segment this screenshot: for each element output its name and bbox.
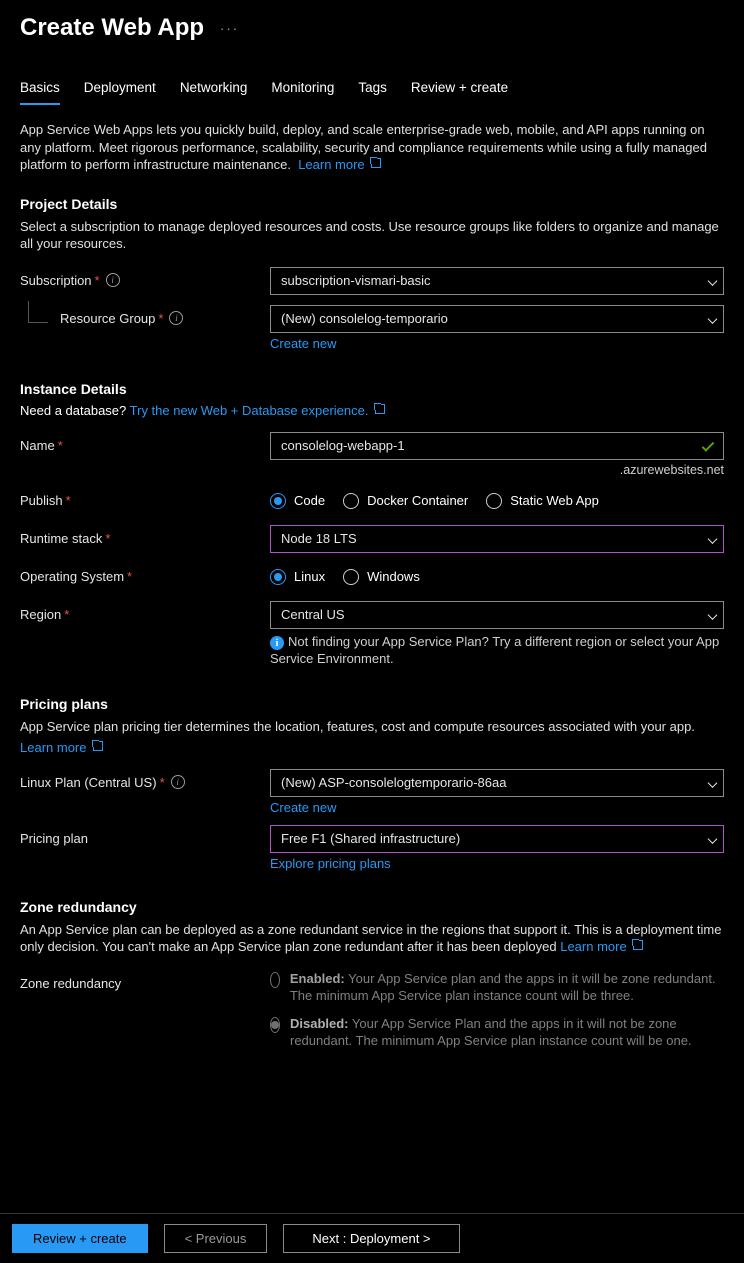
wizard-tabs: Basics Deployment Networking Monitoring … [0,50,744,105]
runtime-stack-label: Runtime stack* [20,525,270,546]
external-link-icon [375,404,385,414]
name-input[interactable]: consolelog-webapp-1 [270,432,724,460]
tab-monitoring[interactable]: Monitoring [271,80,334,105]
info-icon[interactable]: i [169,311,183,325]
runtime-stack-select[interactable]: Node 18 LTS [270,525,724,553]
resource-group-label: Resource Group* i [60,305,183,326]
os-label: Operating System* [20,563,270,584]
pricing-learn-more-link[interactable]: Learn more [20,740,103,755]
zone-learn-more-link[interactable]: Learn more [560,939,643,954]
tab-basics[interactable]: Basics [20,80,60,105]
tab-networking[interactable]: Networking [180,80,248,105]
intro-learn-more-link[interactable]: Learn more [298,157,381,172]
publish-label: Publish* [20,487,270,508]
os-radio-group: Linux Windows [270,563,724,591]
create-new-rg-link[interactable]: Create new [270,336,724,351]
region-select[interactable]: Central US [270,601,724,629]
name-label: Name* [20,432,270,453]
region-label: Region* [20,601,270,622]
info-icon[interactable]: i [171,775,185,789]
section-instance-details: Instance Details [20,381,724,397]
publish-radio-static[interactable]: Static Web App [486,493,599,509]
explore-pricing-link[interactable]: Explore pricing plans [270,856,724,871]
tab-tags[interactable]: Tags [358,80,387,105]
pricing-plan-select[interactable]: Free F1 (Shared infrastructure) [270,825,724,853]
subscription-select[interactable]: subscription-vismari-basic [270,267,724,295]
zone-radio-enabled: Enabled: Your App Service plan and the a… [270,970,724,1005]
review-create-button[interactable]: Review + create [12,1224,148,1253]
wizard-footer: Review + create < Previous Next : Deploy… [0,1213,744,1263]
project-details-desc: Select a subscription to manage deployed… [20,218,724,253]
more-menu-icon[interactable]: ··· [220,21,239,36]
publish-radio-group: Code Docker Container Static Web App [270,487,724,515]
tab-deployment[interactable]: Deployment [84,80,156,105]
zone-radio-disabled: Disabled: Your App Service Plan and the … [270,1015,724,1050]
external-link-icon [633,940,643,950]
pricing-desc: App Service plan pricing tier determines… [20,718,724,736]
external-link-icon [371,158,381,168]
try-web-database-link[interactable]: Try the new Web + Database experience. [130,403,385,418]
previous-button[interactable]: < Previous [164,1224,268,1253]
external-link-icon [93,741,103,751]
os-radio-windows[interactable]: Windows [343,569,420,585]
pricing-plan-label: Pricing plan [20,825,270,846]
tab-review-create[interactable]: Review + create [411,80,508,105]
zone-redundancy-label: Zone redundancy [20,970,270,991]
intro-text: App Service Web Apps lets you quickly bu… [20,121,724,174]
next-button[interactable]: Next : Deployment > [283,1224,459,1253]
section-project-details: Project Details [20,196,724,212]
subscription-label: Subscription* i [20,267,270,288]
linux-plan-select[interactable]: (New) ASP-consolelogtemporario-86aa [270,769,724,797]
section-pricing-plans: Pricing plans [20,696,724,712]
section-zone-redundancy: Zone redundancy [20,899,724,915]
page-title: Create Web App [20,14,204,42]
tree-indent-icon [28,301,48,323]
os-radio-linux[interactable]: Linux [270,569,325,585]
zone-desc: An App Service plan can be deployed as a… [20,921,724,956]
info-icon[interactable]: i [106,273,120,287]
linux-plan-label: Linux Plan (Central US)* i [20,769,270,790]
domain-suffix: .azurewebsites.net [270,463,724,477]
publish-radio-code[interactable]: Code [270,493,325,509]
create-new-plan-link[interactable]: Create new [270,800,724,815]
resource-group-select[interactable]: (New) consolelog-temporario [270,305,724,333]
info-badge-icon: i [270,636,284,650]
database-prompt: Need a database? Try the new Web + Datab… [20,403,724,418]
region-note: iNot finding your App Service Plan? Try … [270,633,724,668]
publish-radio-docker[interactable]: Docker Container [343,493,468,509]
